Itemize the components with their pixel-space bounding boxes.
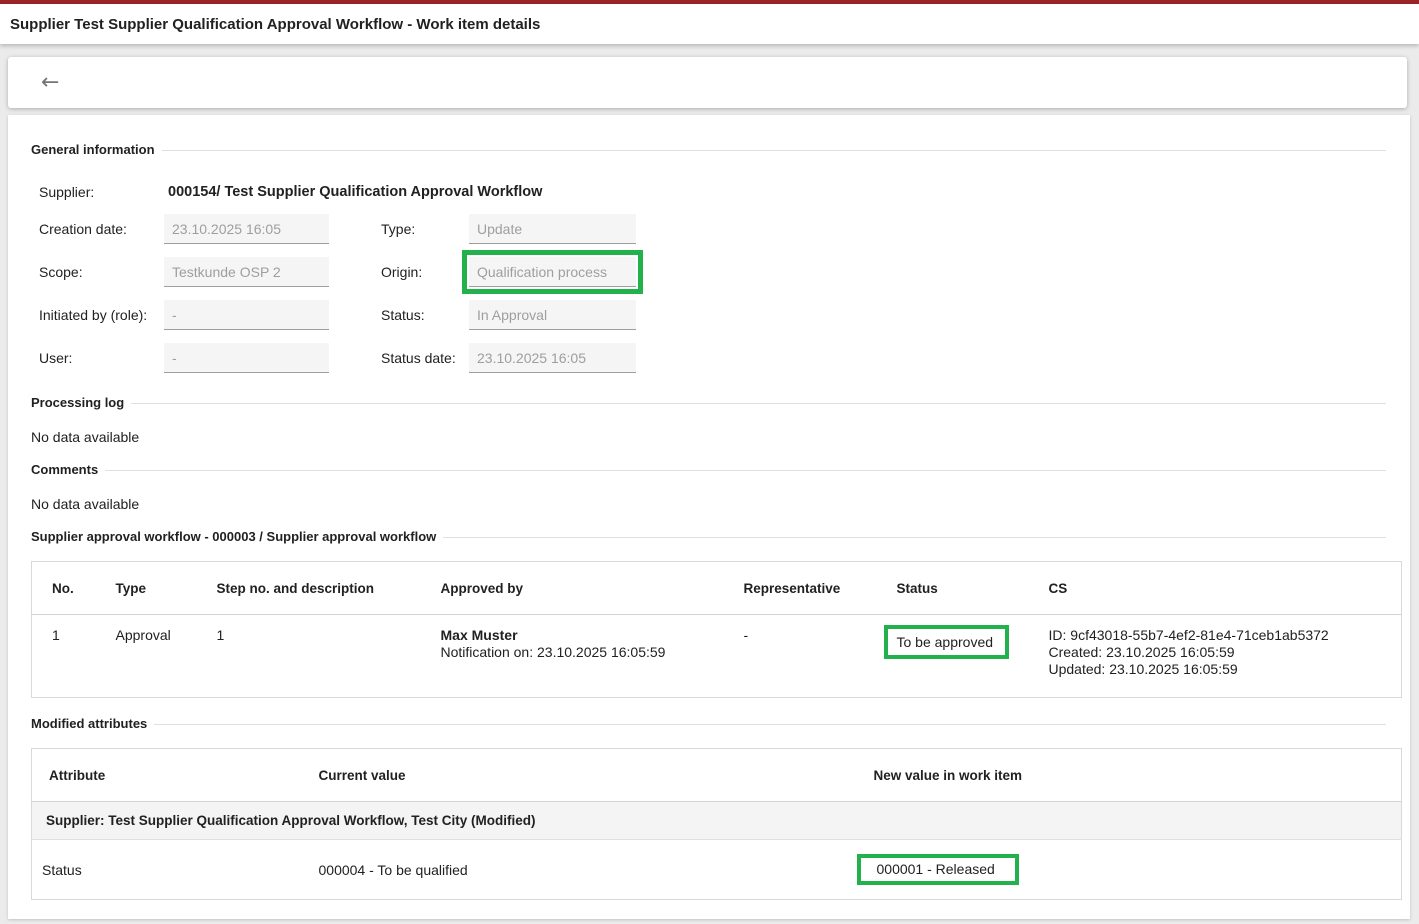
creation-date-field: 23.10.2025 16:05: [164, 214, 329, 244]
new-value-text: 000001 - Released: [877, 861, 995, 877]
type-field: Update: [469, 214, 636, 244]
section-processing-log-title: Processing log: [31, 395, 124, 411]
col-attribute: Attribute: [32, 749, 309, 802]
work-item-details-card: General information Supplier: 000154/ Te…: [8, 115, 1410, 919]
supplier-label: Supplier:: [39, 184, 164, 200]
col-approved-by: Approved by: [431, 562, 734, 615]
col-no: No.: [32, 562, 106, 615]
modified-attributes-table: Attribute Current value New value in wor…: [31, 748, 1402, 900]
col-cs: CS: [1039, 562, 1402, 615]
user-field: -: [164, 343, 329, 373]
step-status-value: To be approved: [897, 634, 994, 650]
toolbar-card: ←: [8, 57, 1407, 108]
col-representative: Representative: [734, 562, 887, 615]
group-header-supplier: Supplier: Test Supplier Qualification Ap…: [32, 802, 1402, 840]
col-status: Status: [887, 562, 1039, 615]
approval-table-header-row: No. Type Step no. and description Approv…: [32, 562, 1402, 615]
approval-table-row: 1 Approval 1 Max Muster Notification on:…: [32, 615, 1402, 698]
origin-label: Origin:: [381, 264, 469, 280]
supplier-value: 000154/ Test Supplier Qualification Appr…: [164, 184, 542, 200]
section-approval-workflow: Supplier approval workflow - 000003 / Su…: [31, 529, 1386, 545]
section-comments-title: Comments: [31, 462, 98, 478]
processing-log-empty-text: No data available: [31, 429, 1386, 445]
approver-notification: Notification on: 23.10.2025 16:05:59: [441, 644, 724, 661]
approver-name: Max Muster: [441, 627, 724, 644]
cell-cs: ID: 9cf43018-55b7-4ef2-81e4-71ceb1ab5372…: [1039, 615, 1402, 698]
section-modified-attributes-title: Modified attributes: [31, 716, 147, 732]
form-row: User: - Status date: 23.10.2025 16:05: [39, 343, 1386, 373]
cs-updated: Updated: 23.10.2025 16:05:59: [1049, 661, 1392, 678]
col-current-value: Current value: [309, 749, 864, 802]
new-value-highlight-annotation: 000001 - Released: [857, 854, 1019, 885]
attr-table-group-row: Supplier: Test Supplier Qualification Ap…: [32, 802, 1402, 840]
cell-attribute: Status: [32, 840, 309, 900]
page-title: Supplier Test Supplier Qualification App…: [10, 16, 540, 33]
section-processing-log: Processing log: [31, 395, 1386, 411]
general-information-form: Supplier: 000154/ Test Supplier Qualific…: [39, 176, 1386, 373]
cell-new-value: 000001 - Released: [864, 840, 1402, 900]
status-field: In Approval: [469, 300, 636, 330]
cell-no: 1: [32, 615, 106, 698]
back-button[interactable]: ←: [37, 70, 63, 96]
status-date-field: 23.10.2025 16:05: [469, 343, 636, 373]
initiated-by-role-label: Initiated by (role):: [39, 307, 164, 323]
col-step: Step no. and description: [207, 562, 431, 615]
creation-date-label: Creation date:: [39, 221, 164, 237]
scope-field: Testkunde OSP 2: [164, 257, 329, 287]
attr-table-row: Status 000004 - To be qualified 000001 -…: [32, 840, 1402, 900]
back-arrow-icon: ←: [41, 70, 59, 95]
cell-current-value: 000004 - To be qualified: [309, 840, 864, 900]
app-header: Supplier Test Supplier Qualification App…: [0, 4, 1419, 44]
supplier-row: Supplier: 000154/ Test Supplier Qualific…: [39, 176, 1386, 208]
section-approval-workflow-title: Supplier approval workflow - 000003 / Su…: [31, 529, 436, 545]
cell-status: To be approved: [887, 615, 1039, 698]
scope-label: Scope:: [39, 264, 164, 280]
form-row: Initiated by (role): - Status: In Approv…: [39, 300, 1386, 330]
form-row: Creation date: 23.10.2025 16:05 Type: Up…: [39, 214, 1386, 244]
user-label: User:: [39, 350, 164, 366]
section-general-information: General information: [31, 142, 1386, 158]
cell-type: Approval: [106, 615, 207, 698]
col-new-value: New value in work item: [864, 749, 1402, 802]
status-label: Status:: [381, 307, 469, 323]
form-row: Scope: Testkunde OSP 2 Origin: Qualifica…: [39, 257, 1386, 287]
initiated-by-role-field: -: [164, 300, 329, 330]
section-general-information-title: General information: [31, 142, 155, 158]
cs-id: ID: 9cf43018-55b7-4ef2-81e4-71ceb1ab5372: [1049, 627, 1392, 644]
attr-table-header-row: Attribute Current value New value in wor…: [32, 749, 1402, 802]
status-date-label: Status date:: [381, 350, 469, 366]
cell-step: 1: [207, 615, 431, 698]
cell-approved-by: Max Muster Notification on: 23.10.2025 1…: [431, 615, 734, 698]
cell-representative: -: [734, 615, 887, 698]
section-comments: Comments: [31, 462, 1386, 478]
type-label: Type:: [381, 221, 469, 237]
approval-workflow-table: No. Type Step no. and description Approv…: [31, 561, 1402, 698]
col-type: Type: [106, 562, 207, 615]
status-highlight-annotation: To be approved: [884, 625, 1010, 659]
cs-created: Created: 23.10.2025 16:05:59: [1049, 644, 1392, 661]
origin-field-highlighted: Qualification process: [469, 257, 636, 287]
comments-empty-text: No data available: [31, 496, 1386, 512]
section-modified-attributes: Modified attributes: [31, 716, 1386, 732]
